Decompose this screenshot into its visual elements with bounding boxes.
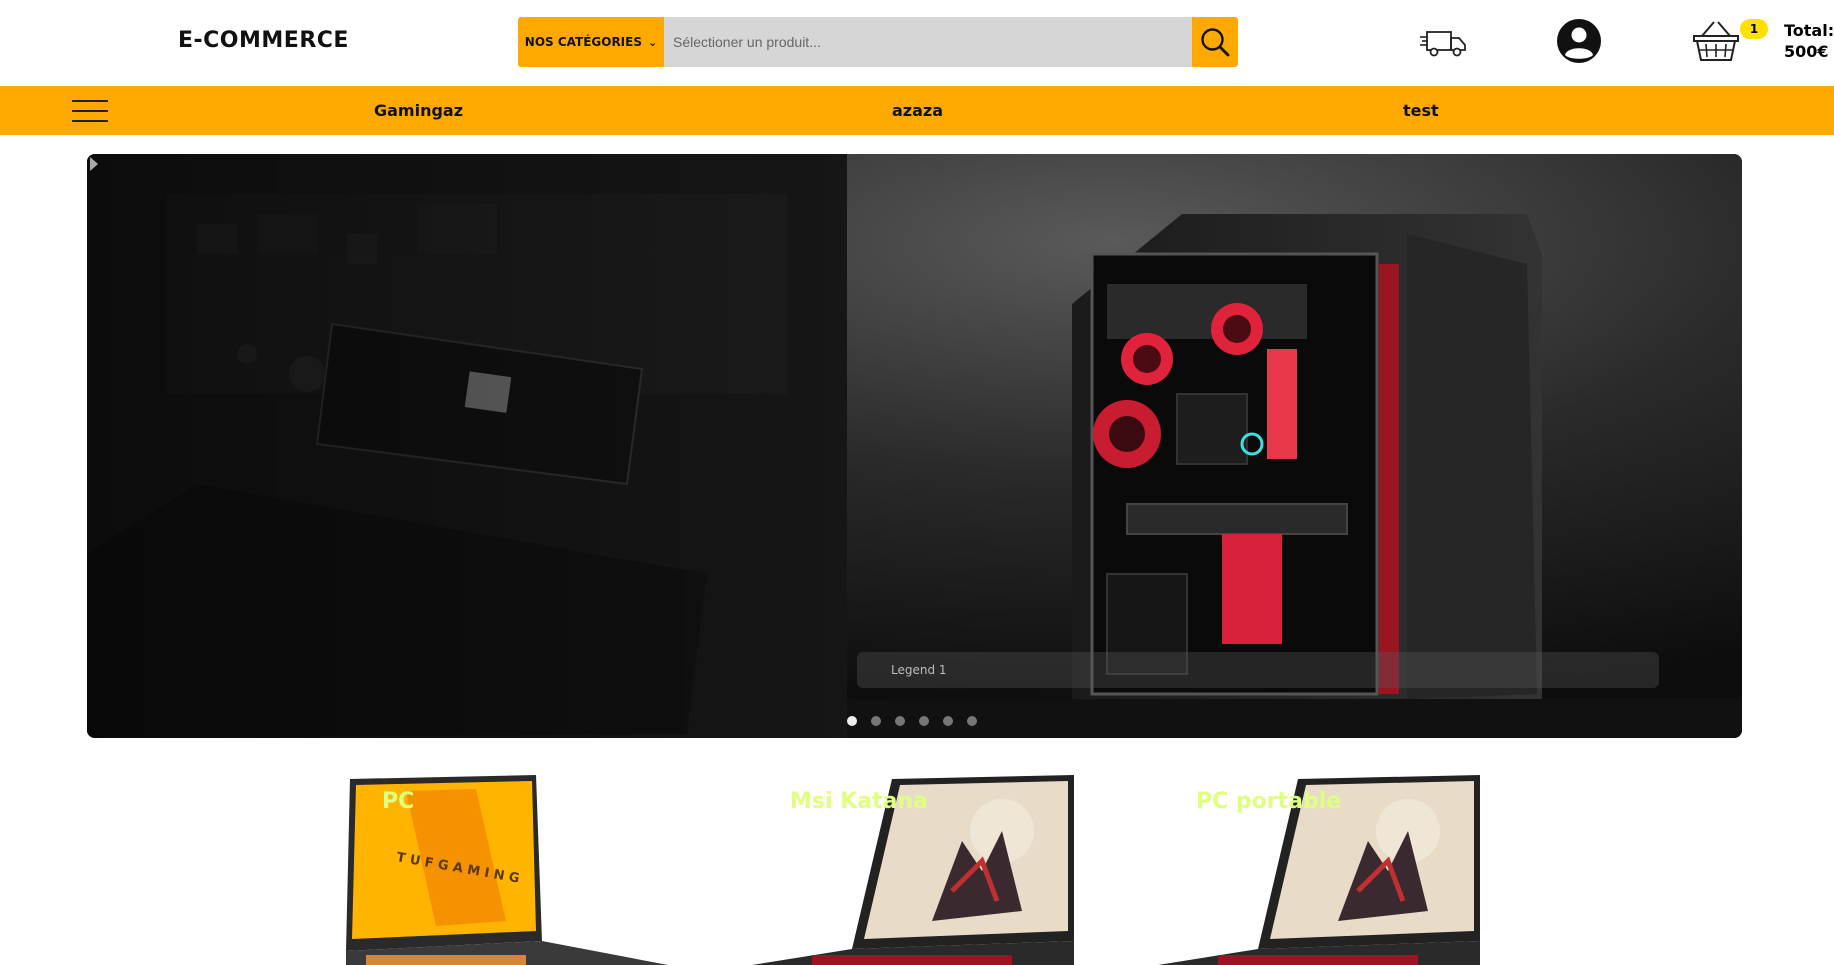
product-card[interactable]: T U F G A M I N G PC <box>346 771 668 965</box>
carousel-next-arrow-icon[interactable] <box>87 154 101 174</box>
carousel-caption-text: Legend 1 <box>891 663 947 677</box>
carousel-indicators <box>847 716 977 726</box>
site-logo[interactable]: E-COMMERCE <box>178 28 349 53</box>
hamburger-menu-icon[interactable] <box>72 100 108 122</box>
product-card[interactable]: PC portable <box>1158 771 1480 965</box>
carousel-dot[interactable] <box>895 716 905 726</box>
carousel-dot[interactable] <box>943 716 953 726</box>
nav-link-azaza[interactable]: azaza <box>892 101 943 120</box>
cart-total-value: 500€ <box>1784 42 1829 61</box>
carousel-dot[interactable] <box>919 716 929 726</box>
carousel-slide-image <box>87 154 1742 738</box>
search-placeholder: Sélectioner un produit... <box>673 34 821 50</box>
shopping-basket-icon[interactable] <box>1692 20 1740 62</box>
chevron-down-icon: ⌄ <box>648 35 658 49</box>
product-title: PC <box>382 789 415 814</box>
cart-total-label: Total: <box>1784 21 1834 40</box>
nav-link-gamingaz[interactable]: Gamingaz <box>374 101 463 120</box>
product-card[interactable]: Msi Katana <box>752 771 1074 965</box>
search-icon <box>1201 28 1230 57</box>
user-account-icon[interactable] <box>1556 18 1602 64</box>
search-input[interactable]: Sélectioner un produit... <box>664 17 1192 67</box>
top-header: E-COMMERCE NOS CATÉGORIES ⌄ Sélectioner … <box>0 0 1834 86</box>
nav-link-test[interactable]: test <box>1403 101 1439 120</box>
carousel-dot[interactable] <box>847 716 857 726</box>
product-title: Msi Katana <box>790 789 928 814</box>
search-button[interactable] <box>1192 17 1238 67</box>
category-dropdown[interactable]: NOS CATÉGORIES ⌄ <box>518 17 664 67</box>
hero-carousel[interactable]: Legend 1 <box>87 154 1742 738</box>
carousel-dot[interactable] <box>967 716 977 726</box>
cart-count-badge: 1 <box>1740 19 1768 39</box>
search-bar: NOS CATÉGORIES ⌄ Sélectioner un produit.… <box>518 17 1238 67</box>
category-dropdown-label: NOS CATÉGORIES <box>524 35 642 49</box>
carousel-caption: Legend 1 <box>857 652 1659 688</box>
delivery-truck-icon[interactable] <box>1419 27 1467 59</box>
category-nav-bar: Gamingaz azaza test <box>0 86 1834 135</box>
carousel-dot[interactable] <box>871 716 881 726</box>
cart-total: Total: 500€ <box>1784 20 1834 62</box>
product-title: PC portable <box>1196 789 1342 814</box>
